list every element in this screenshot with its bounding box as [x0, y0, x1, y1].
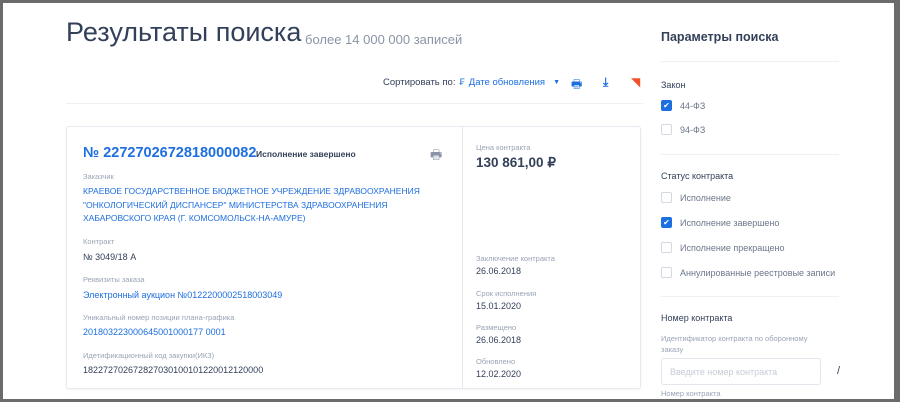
checkbox-label: Исполнение завершено — [680, 217, 780, 228]
checkbox-label: Исполнение прекращено — [680, 242, 785, 253]
order-label: Реквизиты заказа — [83, 275, 145, 284]
date-label: Заключение контракта — [476, 254, 555, 263]
order-link[interactable]: Электронный аукцион №0122200002518003049 — [83, 290, 282, 300]
contract-label: Контракт — [83, 237, 115, 246]
checkbox-label: Аннулированные реестровые записи — [680, 267, 836, 278]
divider — [661, 154, 839, 155]
number-hint: Идентификатор контракта по оборонному за… — [661, 334, 808, 354]
checkbox-label: Исполнение — [680, 192, 731, 203]
contract-value: № 3049/18 А — [83, 252, 137, 262]
print-icon[interactable]: 🖶 — [571, 75, 582, 96]
status-title: Статус контракта — [661, 171, 734, 181]
sidebar-title: Параметры поиска — [661, 30, 779, 44]
separator: / — [837, 365, 841, 377]
checkbox-checked-icon: ✔ — [661, 217, 672, 228]
checkbox-icon — [661, 267, 672, 278]
download-icon[interactable]: ⤓ — [603, 75, 608, 90]
sort-value[interactable]: Дате обновления — [469, 77, 545, 88]
price-value: 130 861,00 ₽ — [476, 155, 556, 170]
contract-number-input[interactable] — [661, 358, 821, 385]
rss-icon[interactable]: ◥ — [631, 75, 640, 89]
sort-label: Сортировать по: — [383, 77, 456, 88]
law-title: Закон — [661, 80, 686, 90]
card-divider — [462, 127, 463, 388]
checkbox-label: 44-ФЗ — [680, 100, 706, 111]
plan-link[interactable]: 201803223000645001000177 0001 — [83, 327, 226, 337]
date-label: Срок исполнения — [476, 289, 537, 298]
checkbox-checked-icon: ✔ — [661, 100, 672, 111]
sort-control[interactable]: Сортировать по: ₣ Дате обновления ▼ — [383, 77, 560, 88]
date-value: 12.02.2020 — [476, 369, 522, 379]
checkbox-94fz[interactable]: 94-ФЗ — [661, 124, 705, 135]
page: Результаты поиска более 14 000 000 запис… — [3, 3, 894, 399]
date-label: Обновлено — [476, 357, 516, 366]
number-title: Номер контракта — [661, 313, 733, 323]
sort-icon: ₣ — [459, 77, 465, 88]
checkbox-status-annulled[interactable]: Аннулированные реестровые записи — [661, 267, 835, 278]
checkbox-icon — [661, 242, 672, 253]
plan-label: Уникальный номер позиции плана-графика — [83, 313, 235, 322]
checkbox-status-completed[interactable]: ✔ Исполнение завершено — [661, 217, 779, 228]
checkbox-status-terminated[interactable]: Исполнение прекращено — [661, 242, 785, 253]
checkbox-label: 94-ФЗ — [680, 124, 706, 135]
date-value: 26.06.2018 — [476, 266, 522, 276]
page-title: Результаты поиска — [66, 17, 302, 47]
date-value: 26.06.2018 — [476, 335, 522, 345]
divider — [661, 296, 839, 297]
results-count: более 14 000 000 записей — [305, 32, 463, 47]
ikz-value: 182272702672827030100101220012120000 — [83, 365, 264, 375]
print-icon[interactable]: 🖶 — [430, 146, 442, 168]
divider — [66, 103, 643, 104]
chevron-down-icon: ▼ — [553, 79, 560, 86]
price-label: Цена контракта — [476, 143, 531, 152]
contract-number-link[interactable]: № 2272702672818000082 — [83, 145, 256, 161]
number-label: Номер контракта — [661, 389, 721, 398]
divider — [661, 61, 839, 62]
date-value: 15.01.2020 — [476, 301, 522, 311]
customer-label: Заказчик — [83, 172, 114, 181]
customer-link[interactable]: КРАЕВОЕ ГОСУДАРСТВЕННОЕ БЮДЖЕТНОЕ УЧРЕЖД… — [83, 185, 428, 226]
ikz-label: Идетификационный код закупки(ИКЗ) — [83, 351, 215, 360]
checkbox-icon — [661, 192, 672, 203]
checkbox-status-execution[interactable]: Исполнение — [661, 192, 731, 203]
checkbox-44fz[interactable]: ✔ 44-ФЗ — [661, 100, 705, 111]
status-badge: Исполнение завершено — [256, 149, 356, 159]
checkbox-icon — [661, 124, 672, 135]
result-card: № 2272702672818000082 Исполнение заверше… — [66, 126, 641, 389]
date-label: Размещено — [476, 323, 517, 332]
